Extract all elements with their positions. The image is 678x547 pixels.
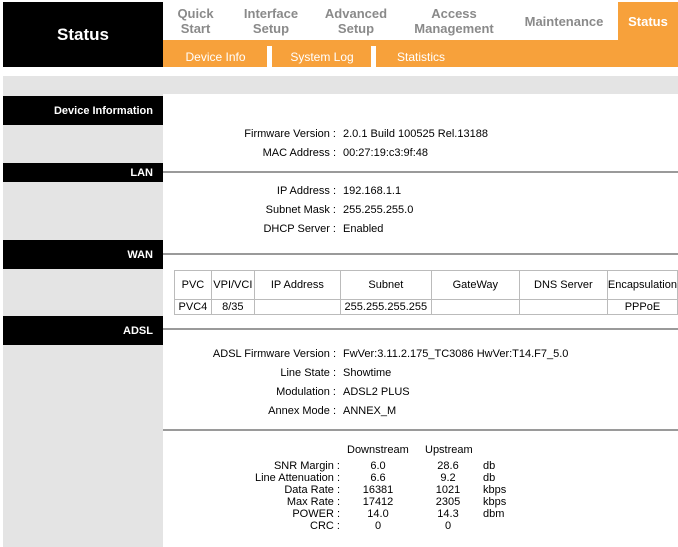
table-row: PVC4 8/35 255.255.255.255 PPPoE bbox=[174, 299, 678, 315]
mac-label: MAC Address : bbox=[262, 147, 336, 159]
column-header: Subnet bbox=[339, 270, 432, 300]
stats-downstream: 6.0 bbox=[370, 460, 386, 472]
tab-label: Maintenance bbox=[524, 13, 604, 29]
tab-label: Status bbox=[628, 13, 668, 29]
lan-mask-value: 255.255.255.0 bbox=[343, 204, 414, 216]
tab-label: Setup bbox=[252, 21, 290, 36]
tab-label: Management bbox=[414, 21, 494, 36]
section-divider bbox=[163, 429, 678, 431]
stats-downstream: 17412 bbox=[362, 496, 394, 508]
section-header-lan: LAN bbox=[3, 163, 163, 182]
dhcp-label: DHCP Server : bbox=[263, 223, 336, 235]
section-header-wan: WAN bbox=[3, 240, 163, 269]
column-header: GateWay bbox=[430, 270, 520, 300]
table-cell bbox=[430, 299, 520, 315]
section-divider bbox=[163, 171, 678, 173]
stats-unit: dbm bbox=[483, 508, 505, 520]
section-divider bbox=[163, 328, 678, 330]
firmware-value: 2.0.1 Build 100525 Rel.13188 bbox=[343, 128, 488, 140]
section-divider bbox=[163, 253, 678, 255]
table-cell: 8/35 bbox=[210, 299, 255, 315]
table-header-row: PVC VPI/VCI IP Address Subnet GateWay DN… bbox=[174, 270, 678, 300]
column-header: VPI/VCI bbox=[210, 270, 255, 300]
page-title: Status bbox=[3, 2, 163, 67]
subnav-divider bbox=[371, 46, 376, 67]
dhcp-value: Enabled bbox=[343, 223, 384, 235]
table-cell: PPPoE bbox=[606, 299, 678, 315]
stats-unit: kbps bbox=[483, 496, 507, 508]
subtab-device-info[interactable]: Device Info bbox=[168, 47, 263, 67]
tab-advanced-setup[interactable]: Advanced Setup bbox=[314, 2, 398, 40]
subtab-system-log[interactable]: System Log bbox=[275, 47, 369, 67]
stats-upstream: 14.3 bbox=[437, 508, 459, 520]
stats-unit: kbps bbox=[483, 484, 507, 496]
tab-access-management[interactable]: Access Management bbox=[398, 2, 510, 40]
column-header: DNS Server bbox=[518, 270, 608, 300]
stats-downstream: 16381 bbox=[362, 484, 394, 496]
section-header-adsl: ADSL bbox=[3, 316, 163, 345]
table-cell bbox=[253, 299, 341, 315]
tab-label: Interface bbox=[243, 6, 299, 21]
column-header: IP Address bbox=[253, 270, 341, 300]
stats-label: CRC : bbox=[310, 520, 340, 532]
line-state-value: Showtime bbox=[343, 367, 392, 379]
subnav-divider bbox=[267, 46, 272, 67]
stats-downstream: 6.6 bbox=[370, 472, 386, 484]
mac-value: 00:27:19:c3:9f:48 bbox=[343, 147, 429, 159]
column-header: PVC bbox=[174, 270, 212, 300]
subtab-statistics[interactable]: Statistics bbox=[378, 47, 464, 67]
modulation-label: Modulation : bbox=[276, 386, 336, 398]
divider-bar bbox=[3, 76, 678, 94]
stats-label: POWER : bbox=[292, 508, 340, 520]
firmware-label: Firmware Version : bbox=[244, 128, 336, 140]
stats-upstream: 9.2 bbox=[440, 472, 456, 484]
stats-unit: db bbox=[483, 472, 496, 484]
stats-downstream: 14.0 bbox=[367, 508, 389, 520]
annex-value: ANNEX_M bbox=[343, 405, 397, 417]
tab-label: Start bbox=[180, 21, 211, 36]
stats-label: Data Rate : bbox=[284, 484, 340, 496]
stats-header-downstream: Downstream bbox=[347, 444, 409, 456]
tab-label: Access bbox=[431, 6, 477, 21]
stats-unit: db bbox=[483, 460, 496, 472]
table-cell bbox=[518, 299, 608, 315]
adsl-fw-label: ADSL Firmware Version : bbox=[212, 348, 336, 360]
table-cell: PVC4 bbox=[174, 299, 212, 315]
stats-downstream: 0 bbox=[374, 520, 382, 532]
wan-table: PVC VPI/VCI IP Address Subnet GateWay DN… bbox=[174, 270, 678, 315]
stats-header-upstream: Upstream bbox=[425, 444, 473, 456]
modulation-value: ADSL2 PLUS bbox=[343, 386, 410, 398]
stats-upstream: 0 bbox=[444, 520, 452, 532]
lan-ip-label: IP Address : bbox=[276, 185, 336, 197]
tab-interface-setup[interactable]: Interface Setup bbox=[228, 2, 314, 40]
tab-maintenance[interactable]: Maintenance bbox=[510, 2, 618, 40]
section-header-device-info: Device Information bbox=[3, 96, 163, 125]
tab-label: Advanced bbox=[324, 6, 388, 21]
tab-quick-start[interactable]: Quick Start bbox=[163, 2, 228, 40]
tab-status[interactable]: Status bbox=[618, 2, 678, 40]
stats-upstream: 1021 bbox=[435, 484, 461, 496]
stats-label: SNR Margin : bbox=[273, 460, 340, 472]
table-cell: 255.255.255.255 bbox=[339, 299, 432, 315]
stats-label: Max Rate : bbox=[286, 496, 340, 508]
stats-label: Line Attenuation : bbox=[254, 472, 340, 484]
column-header: Encapsulation bbox=[606, 270, 678, 300]
tab-label: Setup bbox=[337, 21, 375, 36]
stats-upstream: 28.6 bbox=[437, 460, 459, 472]
annex-label: Annex Mode : bbox=[268, 405, 336, 417]
adsl-fw-value: FwVer:3.11.2.175_TC3086 HwVer:T14.F7_5.0 bbox=[343, 348, 569, 360]
stats-upstream: 2305 bbox=[435, 496, 461, 508]
lan-ip-value: 192.168.1.1 bbox=[343, 185, 402, 197]
line-state-label: Line State : bbox=[280, 367, 336, 379]
lan-mask-label: Subnet Mask : bbox=[265, 204, 336, 216]
tab-label: Quick bbox=[177, 6, 214, 21]
